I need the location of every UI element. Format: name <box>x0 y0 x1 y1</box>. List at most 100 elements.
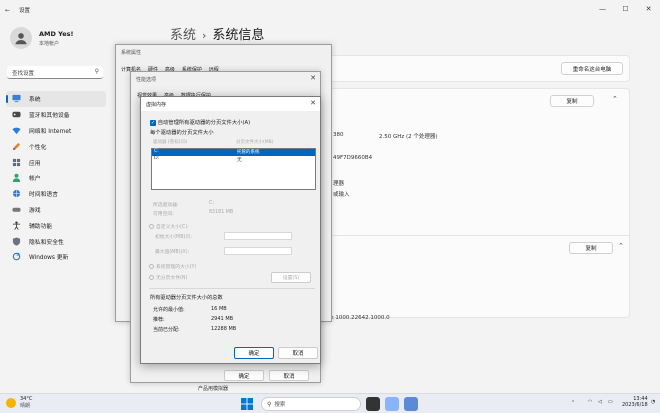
radio-icon[interactable] <box>149 275 154 280</box>
volume-icon[interactable]: ◁ <box>598 399 602 405</box>
brush-icon <box>12 142 21 151</box>
profile-subtitle: 本地帐户 <box>39 40 60 47</box>
sidebar-item-windows-update[interactable]: Windows 更新 <box>6 249 106 265</box>
space-value: 83181 MB <box>209 210 234 215</box>
search-icon: ⚲ <box>267 400 272 408</box>
clock[interactable]: 13:44 2023/6/18 <box>622 396 648 408</box>
sidebar-item-system[interactable]: 系统 <box>6 91 106 107</box>
chevron-right-icon: › <box>202 29 207 42</box>
sidebar-item-label: Windows 更新 <box>29 255 69 262</box>
custom-size-option[interactable]: 自定义大小(C): <box>149 223 189 230</box>
avatar <box>10 27 32 49</box>
windows-start-icon[interactable] <box>240 397 254 411</box>
min-value: 16 MB <box>211 306 227 312</box>
list-item-selected[interactable]: C: 托管的系统 <box>152 149 315 156</box>
radio-icon[interactable] <box>149 264 154 269</box>
close-icon[interactable]: ✕ <box>310 99 316 107</box>
settings-titlebar: ← 设置 — ☐ ✕ <box>0 0 660 20</box>
taskbar-search-placeholder: 搜索 <box>274 402 286 408</box>
ok-button[interactable]: 确定 <box>224 370 264 381</box>
list-item[interactable]: D: 无 <box>152 156 315 163</box>
min-label: 允许的最小值: <box>153 307 185 313</box>
sidebar-item-label: 系统 <box>29 97 41 104</box>
chevron-up-icon[interactable]: ⌃ <box>618 242 624 250</box>
total-header: 所有驱动器分页文件大小的总数 <box>150 295 223 301</box>
profile[interactable]: AMD Yes! 本地帐户 <box>10 27 74 49</box>
settings-gear-icon[interactable] <box>385 397 399 411</box>
no-paging-label: 无分页文件(N) <box>156 276 188 281</box>
spec-fragment: 理器 <box>333 181 345 187</box>
sidebar-item-privacy[interactable]: 隐私和安全性 <box>6 233 106 249</box>
sidebar-item-time-language[interactable]: 时间和语言 <box>6 186 106 202</box>
custom-size-label: 自定义大小(C): <box>156 225 189 230</box>
max-size-input[interactable] <box>224 247 292 255</box>
selected-drive-label: 所选驱动器: <box>153 203 179 208</box>
weather-widget[interactable]: 34°C 晴朗 <box>6 396 32 409</box>
no-paging-option[interactable]: 无分页文件(N) <box>149 274 187 281</box>
copy-button[interactable]: 复制 <box>550 95 594 107</box>
app-taskbar-icon[interactable] <box>404 397 418 411</box>
wifi-icon <box>12 126 21 135</box>
device-name-card: 重命名这台电脑 <box>320 55 630 82</box>
ok-button[interactable]: 确定 <box>234 347 274 359</box>
recommended-label: 推荐: <box>153 317 165 323</box>
device-specs-card: 复制 ⌃ 380 2.50 GHz (2 个处理器) 49F7D9660B4 理… <box>320 88 630 321</box>
task-view-icon[interactable] <box>366 397 380 411</box>
notification-icon[interactable]: ◔ <box>651 399 655 405</box>
breadcrumb-parent[interactable]: 系统 <box>170 28 196 43</box>
cancel-button[interactable]: 取消 <box>278 347 318 359</box>
gamepad-icon <box>12 205 21 214</box>
back-arrow-icon[interactable]: ← <box>5 7 10 14</box>
close-icon[interactable]: ✕ <box>310 74 316 82</box>
rename-pc-button[interactable]: 重命名这台电脑 <box>561 62 623 75</box>
sidebar-item-personalization[interactable]: 个性化 <box>6 138 106 154</box>
sidebar-item-gaming[interactable]: 游戏 <box>6 202 106 218</box>
checkbox-checked-icon[interactable]: ✓ <box>150 119 156 126</box>
profile-name: AMD Yes! <box>39 29 74 38</box>
system-managed-option[interactable]: 系统管理的大小(Y) <box>149 263 196 270</box>
auto-manage-row[interactable]: ✓ 自动管理所有驱动器的分页文件大小(A) <box>150 118 250 126</box>
sidebar-item-label: 游戏 <box>29 207 41 214</box>
divider <box>149 288 315 289</box>
sidebar-item-label: 时间和语言 <box>29 192 58 199</box>
initial-size-label: 初始大小(MB)(I): <box>155 235 193 240</box>
copy-button-windows-spec[interactable]: 复制 <box>569 242 613 254</box>
wifi-icon[interactable]: ◠ <box>588 399 592 405</box>
globe-icon <box>12 189 21 198</box>
cancel-button[interactable]: 取消 <box>269 370 309 381</box>
sidebar-item-label: 隐私和安全性 <box>29 239 64 246</box>
current-label: 当前已分配: <box>153 327 180 333</box>
taskbar: 34°C 晴朗 ⚲ 搜索 ⌃ ◠ ◁ ▭ 13:44 2023/6/18 ◔ <box>0 393 660 413</box>
battery-icon[interactable]: ▭ <box>608 399 613 405</box>
maximize-button[interactable]: ☐ <box>614 0 637 17</box>
close-button[interactable]: ✕ <box>637 0 660 17</box>
minimize-button[interactable]: — <box>591 0 614 17</box>
search-input[interactable]: 查找设置 ⚲ <box>7 66 103 79</box>
section-header: 每个驱动器的分页文件大小 <box>150 130 214 136</box>
virtual-memory-dialog: 虚拟内存 ✕ ✓ 自动管理所有驱动器的分页文件大小(A) 每个驱动器的分页文件大… <box>140 96 321 364</box>
drive-list[interactable]: C: 托管的系统 D: 无 <box>151 148 316 190</box>
breadcrumb: 系统 › 系统信息 <box>170 24 264 43</box>
app-title: 设置 <box>19 8 31 14</box>
dialog-title: 性能选项 <box>136 76 157 83</box>
divider <box>321 235 629 236</box>
sidebar-item-bluetooth[interactable]: 蓝牙和其他设备 <box>6 107 106 123</box>
sidebar-item-accounts[interactable]: 帐户 <box>6 170 106 186</box>
selected-drive-value: C: <box>209 201 214 206</box>
sidebar-item-accessibility[interactable]: 辅助功能 <box>6 217 106 233</box>
shield-icon <box>12 237 21 246</box>
initial-size-input[interactable] <box>224 232 292 240</box>
sidebar-item-network[interactable]: 网络和 Internet <box>6 123 106 139</box>
person-icon <box>15 33 27 45</box>
set-button[interactable]: 设置(S) <box>271 272 311 283</box>
radio-icon[interactable] <box>149 224 154 229</box>
chevron-up-icon[interactable]: ⌃ <box>612 95 618 103</box>
sidebar-item-label: 网络和 Internet <box>29 128 72 135</box>
search-icon: ⚲ <box>94 68 99 75</box>
max-size-label: 最大值(MB)(X): <box>155 250 190 255</box>
sidebar-item-apps[interactable]: 应用 <box>6 154 106 170</box>
taskbar-search-input[interactable]: ⚲ 搜索 <box>261 397 361 411</box>
chevron-up-icon[interactable]: ⌃ <box>571 400 575 406</box>
sidebar-item-label: 帐户 <box>29 176 41 183</box>
sidebar-item-label: 辅助功能 <box>29 223 53 230</box>
